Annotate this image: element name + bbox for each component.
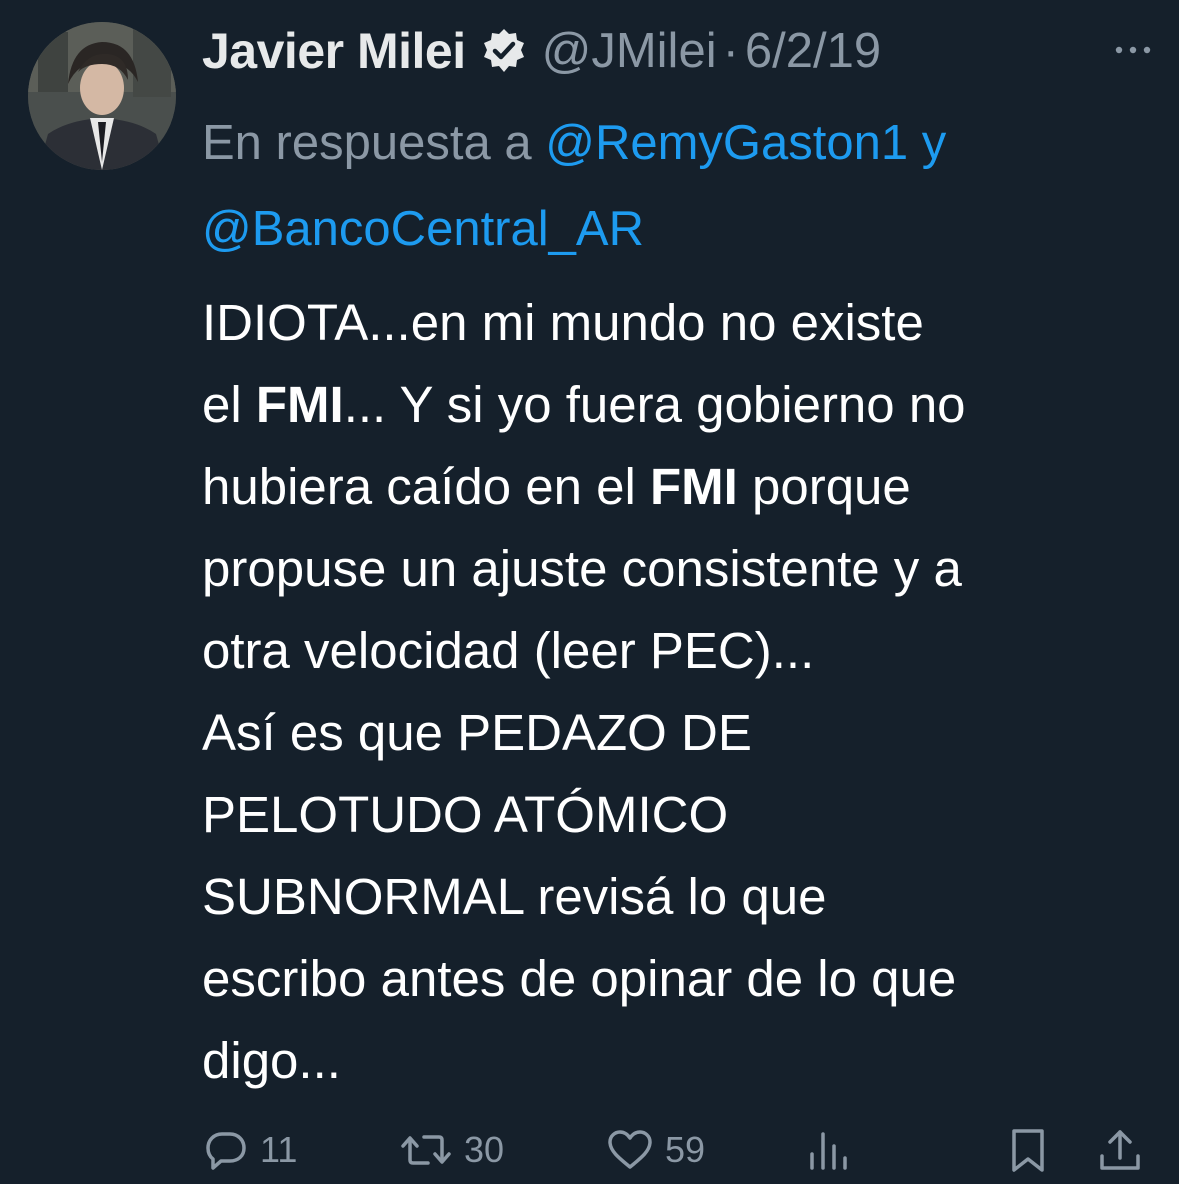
tweet-card[interactable]: Javier Milei @JMilei · 6/2/19 En respues… [0, 0, 1179, 1184]
reply-count: 11 [260, 1129, 298, 1170]
reply-context: En respuesta a @RemyGaston1 y @BancoCent… [202, 100, 1162, 272]
views-button[interactable] [804, 1126, 852, 1174]
separator-dot: · [722, 24, 739, 78]
like-count: 59 [665, 1129, 706, 1170]
verified-badge-icon [480, 27, 528, 75]
avatar[interactable] [28, 22, 176, 170]
reply-icon [206, 1132, 246, 1170]
reply-joiner: y [908, 116, 947, 170]
more-dots-icon[interactable] [1108, 30, 1158, 70]
retweet-button[interactable]: 30 [398, 1126, 504, 1174]
bookmark-button[interactable] [1006, 1126, 1050, 1174]
heart-icon [608, 1130, 652, 1169]
action-bar: 11 30 59 [0, 1118, 1179, 1178]
retweet-count: 30 [464, 1129, 505, 1170]
tweet-text: IDIOTA...en mi mundo no existe el FMI...… [202, 282, 1167, 1102]
bold-text: FMI [255, 376, 344, 433]
text-line: Así es que PEDAZO DE [202, 704, 752, 761]
mention-link[interactable]: @BancoCentral_AR [202, 202, 644, 256]
author-handle[interactable]: @JMilei [542, 23, 717, 79]
author-name[interactable]: Javier Milei [202, 22, 466, 80]
tweet-header: Javier Milei @JMilei · 6/2/19 [202, 16, 881, 86]
bookmark-icon [1012, 1129, 1044, 1172]
text-line: el FMI... Y si yo fuera gobierno no [202, 376, 966, 433]
mention-link[interactable]: @RemyGaston1 [545, 116, 908, 170]
bold-text: FMI [650, 458, 738, 515]
text-line: hubiera caído en el FMI porque [202, 458, 911, 515]
tweet-date[interactable]: 6/2/19 [745, 23, 881, 79]
text-line: otra velocidad (leer PEC)... [202, 622, 815, 679]
text-line: PELOTUDO ATÓMICO [202, 786, 729, 843]
like-button[interactable]: 59 [605, 1126, 705, 1174]
reply-button[interactable]: 11 [202, 1126, 297, 1174]
share-icon [1100, 1130, 1140, 1170]
text-line: digo... [202, 1032, 341, 1089]
analytics-icon [810, 1132, 847, 1170]
retweet-icon [401, 1135, 451, 1165]
text-line: IDIOTA...en mi mundo no existe [202, 294, 924, 351]
text-line: SUBNORMAL revisá lo que [202, 868, 827, 925]
reply-prefix: En respuesta a [202, 116, 546, 170]
text-line: escribo antes de opinar de lo que [202, 950, 957, 1007]
share-button[interactable] [1096, 1126, 1144, 1174]
text-line: propuse un ajuste consistente y a [202, 540, 962, 597]
